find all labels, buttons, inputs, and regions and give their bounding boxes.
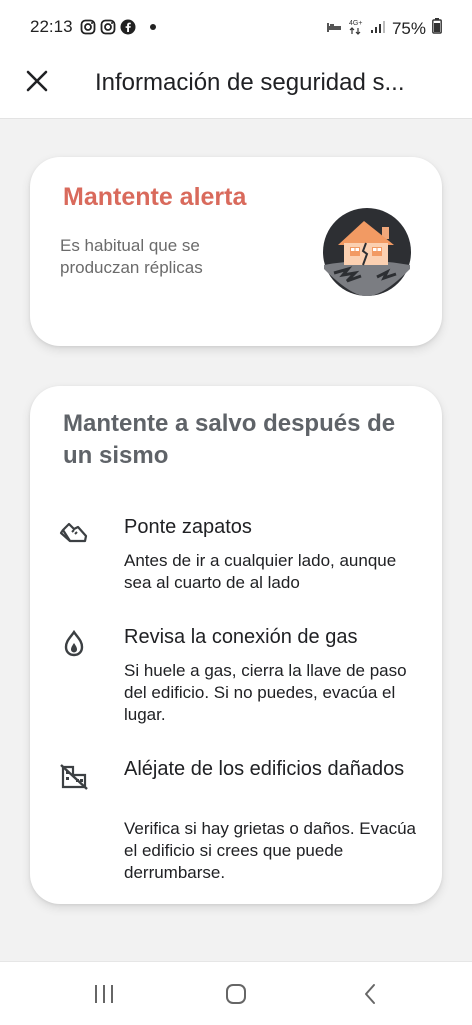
tip-body: Antes de ir a cualquier lado, aunque sea… <box>124 551 397 592</box>
gas-flame-icon <box>64 629 84 657</box>
tip-title: Ponte zapatos <box>124 516 252 538</box>
tip-title: Revisa la conexión de gas <box>124 626 358 648</box>
instagram-icon <box>80 19 96 35</box>
home-icon <box>226 984 246 1004</box>
facebook-icon <box>120 19 136 35</box>
safety-card: Mantente a salvo después de un sismo Pon… <box>30 386 442 904</box>
page-title: Información de seguridad s... <box>95 69 405 96</box>
tip-body: Si huele a gas, cierra la llave de paso … <box>124 661 407 724</box>
battery-icon <box>432 18 442 39</box>
status-system-icons: 4G+ 75% <box>326 17 442 40</box>
notification-dot <box>150 24 156 30</box>
tip-body: Verifica si hay grietas o daños. Evacúa … <box>124 819 416 882</box>
alert-text: Es habitual que se produczan réplicas <box>60 236 203 277</box>
cracked-house-illustration <box>322 207 412 297</box>
back-icon <box>365 984 375 1004</box>
tip-title: Aléjate de los edificios dañados <box>124 758 405 780</box>
shoe-icon <box>59 522 88 543</box>
safety-title: Mantente a salvo después de un sismo <box>63 410 396 469</box>
status-time: 22:13 <box>30 17 73 36</box>
system-nav-bar <box>0 961 472 1025</box>
signal-icon <box>370 19 386 39</box>
battery-percent: 75% <box>391 18 426 38</box>
sleep-icon <box>326 19 342 39</box>
close-button[interactable] <box>18 62 56 100</box>
content-area[interactable]: Mantente alerta Es habitual que se produ… <box>0 119 472 961</box>
alert-title: Mantente alerta <box>63 183 247 211</box>
alert-card: Mantente alerta Es habitual que se produ… <box>30 157 442 346</box>
close-icon <box>26 70 48 92</box>
app-bar: Información de seguridad s... <box>0 52 472 119</box>
recents-icon <box>95 985 113 1003</box>
instagram-icon <box>100 19 116 35</box>
damaged-building-icon <box>60 764 88 790</box>
svg-text:4G+: 4G+ <box>349 20 362 27</box>
home-button[interactable] <box>216 980 256 1008</box>
recents-button[interactable] <box>84 980 124 1008</box>
status-bar: 22:13 4G+ 75% <box>0 0 472 52</box>
4g-icon: 4G+ <box>348 17 364 40</box>
status-notification-icons <box>80 18 156 36</box>
back-button[interactable] <box>350 980 390 1008</box>
